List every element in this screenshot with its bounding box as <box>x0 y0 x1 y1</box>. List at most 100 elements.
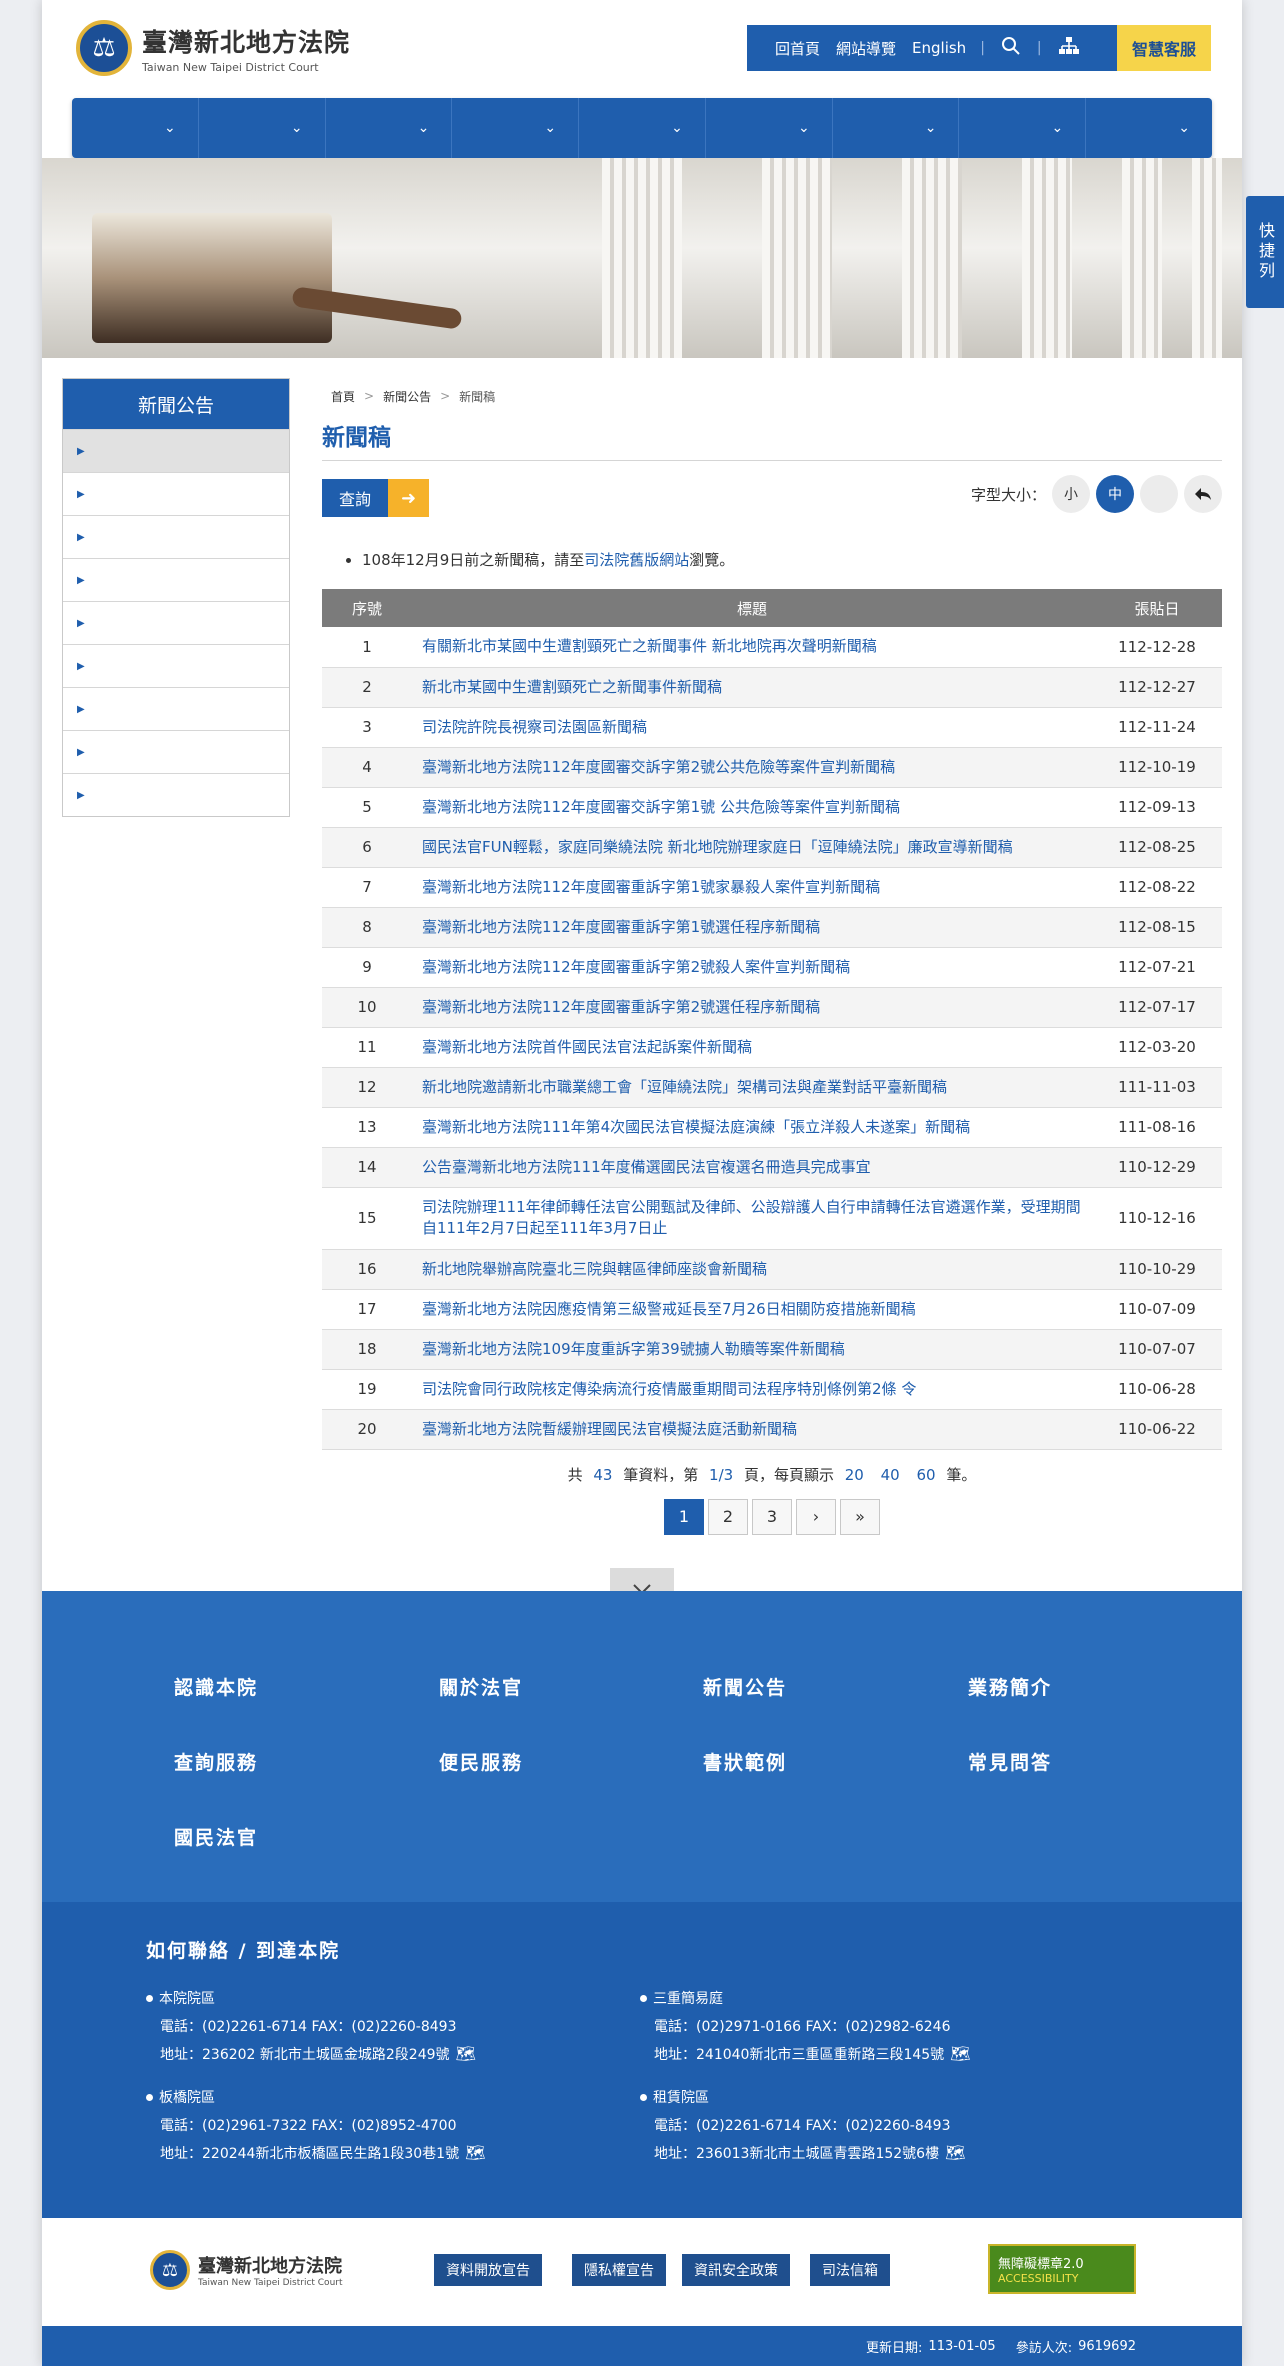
font-size-medium-button[interactable]: 中 <box>1096 475 1134 513</box>
news-link[interactable]: 有關新北市某國中生遭割頸死亡之新聞事件 新北地院再次聲明新聞稿 <box>412 627 1092 668</box>
sitemap-link[interactable]: 網站導覽 <box>836 38 896 59</box>
privacy-button[interactable]: 隱私權宣告 <box>572 2254 666 2286</box>
nav-item-5[interactable]: ⌄ <box>579 98 706 158</box>
quick-access-tab[interactable]: 快捷列 <box>1246 196 1284 308</box>
books-graphic <box>92 213 332 343</box>
news-link[interactable]: 臺灣新北地方法院112年度國審交訴字第1號 公共危險等案件宣判新聞稿 <box>412 787 1092 828</box>
breadcrumb-home[interactable]: 首頁 <box>331 388 355 405</box>
chevron-down-icon: ⌄ <box>417 120 430 136</box>
sidebar-item[interactable]: ▶ <box>63 601 289 644</box>
sidebar-item[interactable]: ▶ <box>63 515 289 558</box>
nav-item-2[interactable]: ⌄ <box>199 98 326 158</box>
page-button-3[interactable]: 3 <box>752 1498 792 1535</box>
sidebar-item[interactable]: ▶ <box>63 558 289 601</box>
nav-item-7[interactable]: ⌄ <box>833 98 960 158</box>
news-link[interactable]: 國民法官FUN輕鬆，家庭同樂繞法院 新北地院辦理家庭日「逗陣繞法院」廉政宣導新聞… <box>412 827 1092 868</box>
sitemap-icon[interactable] <box>1058 36 1080 61</box>
caret-right-icon: ▶ <box>77 703 85 715</box>
news-link[interactable]: 臺灣新北地方法院111年第4次國民法官模擬法庭演練「張立洋殺人未遂案」新聞稿 <box>412 1107 1092 1148</box>
news-link[interactable]: 臺灣新北地方法院109年度重訴字第39號擄人勒贖等案件新聞稿 <box>412 1329 1092 1370</box>
news-link[interactable]: 臺灣新北地方法院因應疫情第三級警戒延長至7月26日相關防疫措施新聞稿 <box>412 1289 1092 1330</box>
site-logo[interactable]: ⚖ 臺灣新北地方法院 Taiwan New Taipei District Co… <box>76 20 350 76</box>
caret-right-icon: ▶ <box>77 660 85 672</box>
news-link[interactable]: 新北市某國中生遭割頸死亡之新聞事件新聞稿 <box>412 667 1092 708</box>
smart-service-button[interactable]: 智慧客服 <box>1117 25 1211 71</box>
font-size-large-button[interactable] <box>1140 475 1178 513</box>
page-button-2[interactable]: 2 <box>708 1498 748 1535</box>
last-page-icon[interactable]: » <box>840 1498 880 1535</box>
footer-link[interactable]: 書狀範例 <box>703 1748 787 1775</box>
branch-info: 本院院區 電話：(02)2261-6714 FAX：(02)2260-8493 … <box>146 1988 606 2064</box>
news-link[interactable]: 臺灣新北地方法院112年度國審重訴字第1號家暴殺人案件宣判新聞稿 <box>412 867 1092 908</box>
nav-item-4[interactable]: ⌄ <box>452 98 580 158</box>
table-row: 1 有關新北市某國中生遭割頸死亡之新聞事件 新北地院再次聲明新聞稿 112-12-2… <box>322 627 1222 668</box>
news-link[interactable]: 臺灣新北地方法院112年度國審重訴字第1號選任程序新聞稿 <box>412 907 1092 948</box>
pillar-graphic <box>1192 158 1222 358</box>
sidebar-item[interactable]: ▶ <box>63 472 289 515</box>
accessibility-badge[interactable]: 無障礙標章2.0 ACCESSIBILITY <box>988 2244 1136 2294</box>
open-data-button[interactable]: 資料開放宣告 <box>434 2254 542 2286</box>
footer-link[interactable]: 認識本院 <box>174 1673 258 1700</box>
nav-item-9[interactable]: ⌄ <box>1086 98 1212 158</box>
sidebar: 新聞公告 ▶ ▶ ▶ ▶ ▶ ▶ ▶ ▶ ▶ <box>62 378 290 817</box>
sidebar-item[interactable]: ▶ <box>63 773 289 816</box>
pagination: 1 2 3 › » <box>322 1498 1222 1535</box>
home-link[interactable]: 回首頁 <box>775 38 820 59</box>
footer-logo[interactable]: ⚖ 臺灣新北地方法院 Taiwan New Taipei District Co… <box>150 2250 343 2290</box>
caret-right-icon: ▶ <box>77 574 85 586</box>
chevron-down-icon: ⌄ <box>1178 120 1191 136</box>
next-page-icon[interactable]: › <box>796 1498 836 1535</box>
map-icon[interactable]: 🗺 <box>950 2044 970 2063</box>
status-bar: 更新日期: 113-01-05 參訪人次: 9619692 <box>42 2326 1242 2366</box>
footer-link[interactable]: 新聞公告 <box>703 1673 787 1700</box>
sidebar-item[interactable]: ▶ <box>63 429 289 472</box>
english-link[interactable]: English <box>912 39 966 57</box>
sidebar-item[interactable]: ▶ <box>63 730 289 773</box>
security-policy-button[interactable]: 資訊安全政策 <box>682 2254 790 2286</box>
back-arrow-icon[interactable] <box>1184 475 1222 513</box>
footer-link[interactable]: 常見問答 <box>968 1748 1052 1775</box>
nav-item-8[interactable]: ⌄ <box>959 98 1087 158</box>
breadcrumb-news[interactable]: 新聞公告 <box>383 388 431 405</box>
old-site-link[interactable]: 司法院舊版網站 <box>584 551 689 569</box>
news-link[interactable]: 公告臺灣新北地方法院111年度備選國民法官複選名冊造具完成事宜 <box>412 1147 1092 1188</box>
font-size-small-button[interactable]: 小 <box>1052 475 1090 513</box>
logo-subtitle: Taiwan New Taipei District Court <box>142 60 319 74</box>
chevron-down-icon: ⌄ <box>671 120 683 136</box>
query-button[interactable]: 查詢 ➜ <box>322 479 429 517</box>
notice-item: 108年12月9日前之新聞稿，請至司法院舊版網站瀏覽。 <box>362 549 1222 570</box>
map-icon[interactable]: 🗺 <box>465 2143 485 2162</box>
search-icon[interactable] <box>1001 36 1021 61</box>
caret-right-icon: ▶ <box>77 445 85 457</box>
news-link[interactable]: 司法院會同行政院核定傳染病流行疫情嚴重期間司法程序特別條例第2條 令 <box>412 1369 1092 1410</box>
main-content: 首頁 > 新聞公告 > 新聞稿 新聞稿 查詢 ➜ 字型大小： 小 中 • 108… <box>322 378 1222 1535</box>
footer-link[interactable]: 查詢服務 <box>174 1748 258 1775</box>
page-button-1[interactable]: 1 <box>664 1498 704 1535</box>
news-link[interactable]: 臺灣新北地方法院112年度國審重訴字第2號選任程序新聞稿 <box>412 987 1092 1028</box>
page-size-20[interactable]: 20 <box>845 1466 864 1484</box>
news-link[interactable]: 臺灣新北地方法院首件國民法官法起訴案件新聞稿 <box>412 1027 1092 1068</box>
nav-item-6[interactable]: ⌄ <box>706 98 833 158</box>
news-link[interactable]: 司法院許院長視察司法園區新聞稿 <box>412 707 1092 748</box>
news-link[interactable]: 新北地院舉辦高院臺北三院與轄區律師座談會新聞稿 <box>412 1249 1092 1290</box>
news-link[interactable]: 臺灣新北地方法院暫緩辦理國民法官模擬法庭活動新聞稿 <box>412 1409 1092 1450</box>
sidebar-item[interactable]: ▶ <box>63 644 289 687</box>
footer-link[interactable]: 國民法官 <box>174 1823 258 1850</box>
footer-link[interactable]: 便民服務 <box>439 1748 523 1775</box>
nav-item-1[interactable]: ⌄ <box>72 98 199 158</box>
news-link[interactable]: 新北地院邀請新北市職業總工會「逗陣繞法院」架構司法與產業對話平臺新聞稿 <box>412 1067 1092 1108</box>
table-row: 3 司法院許院長視察司法園區新聞稿 112-11-24 <box>322 707 1222 748</box>
judicial-mailbox-button[interactable]: 司法信箱 <box>810 2254 890 2286</box>
page-size-40[interactable]: 40 <box>881 1466 900 1484</box>
nav-item-3[interactable]: ⌄ <box>326 98 453 158</box>
news-link[interactable]: 臺灣新北地方法院112年度國審重訴字第2號殺人案件宣判新聞稿 <box>412 947 1092 988</box>
map-icon[interactable]: 🗺 <box>945 2143 965 2162</box>
map-icon[interactable]: 🗺 <box>456 2044 476 2063</box>
footer-link[interactable]: 關於法官 <box>439 1673 523 1700</box>
sidebar-item[interactable]: ▶ <box>63 687 289 730</box>
news-link[interactable]: 司法院辦理111年律師轉任法官公開甄試及律師、公設辯護人自行申請轉任法官遴選作業… <box>412 1187 1092 1250</box>
news-link[interactable]: 臺灣新北地方法院112年度國審交訴字第2號公共危險等案件宣判新聞稿 <box>412 747 1092 788</box>
page-size-60[interactable]: 60 <box>917 1466 936 1484</box>
caret-right-icon: ▶ <box>77 746 85 758</box>
footer-link[interactable]: 業務簡介 <box>968 1673 1052 1700</box>
